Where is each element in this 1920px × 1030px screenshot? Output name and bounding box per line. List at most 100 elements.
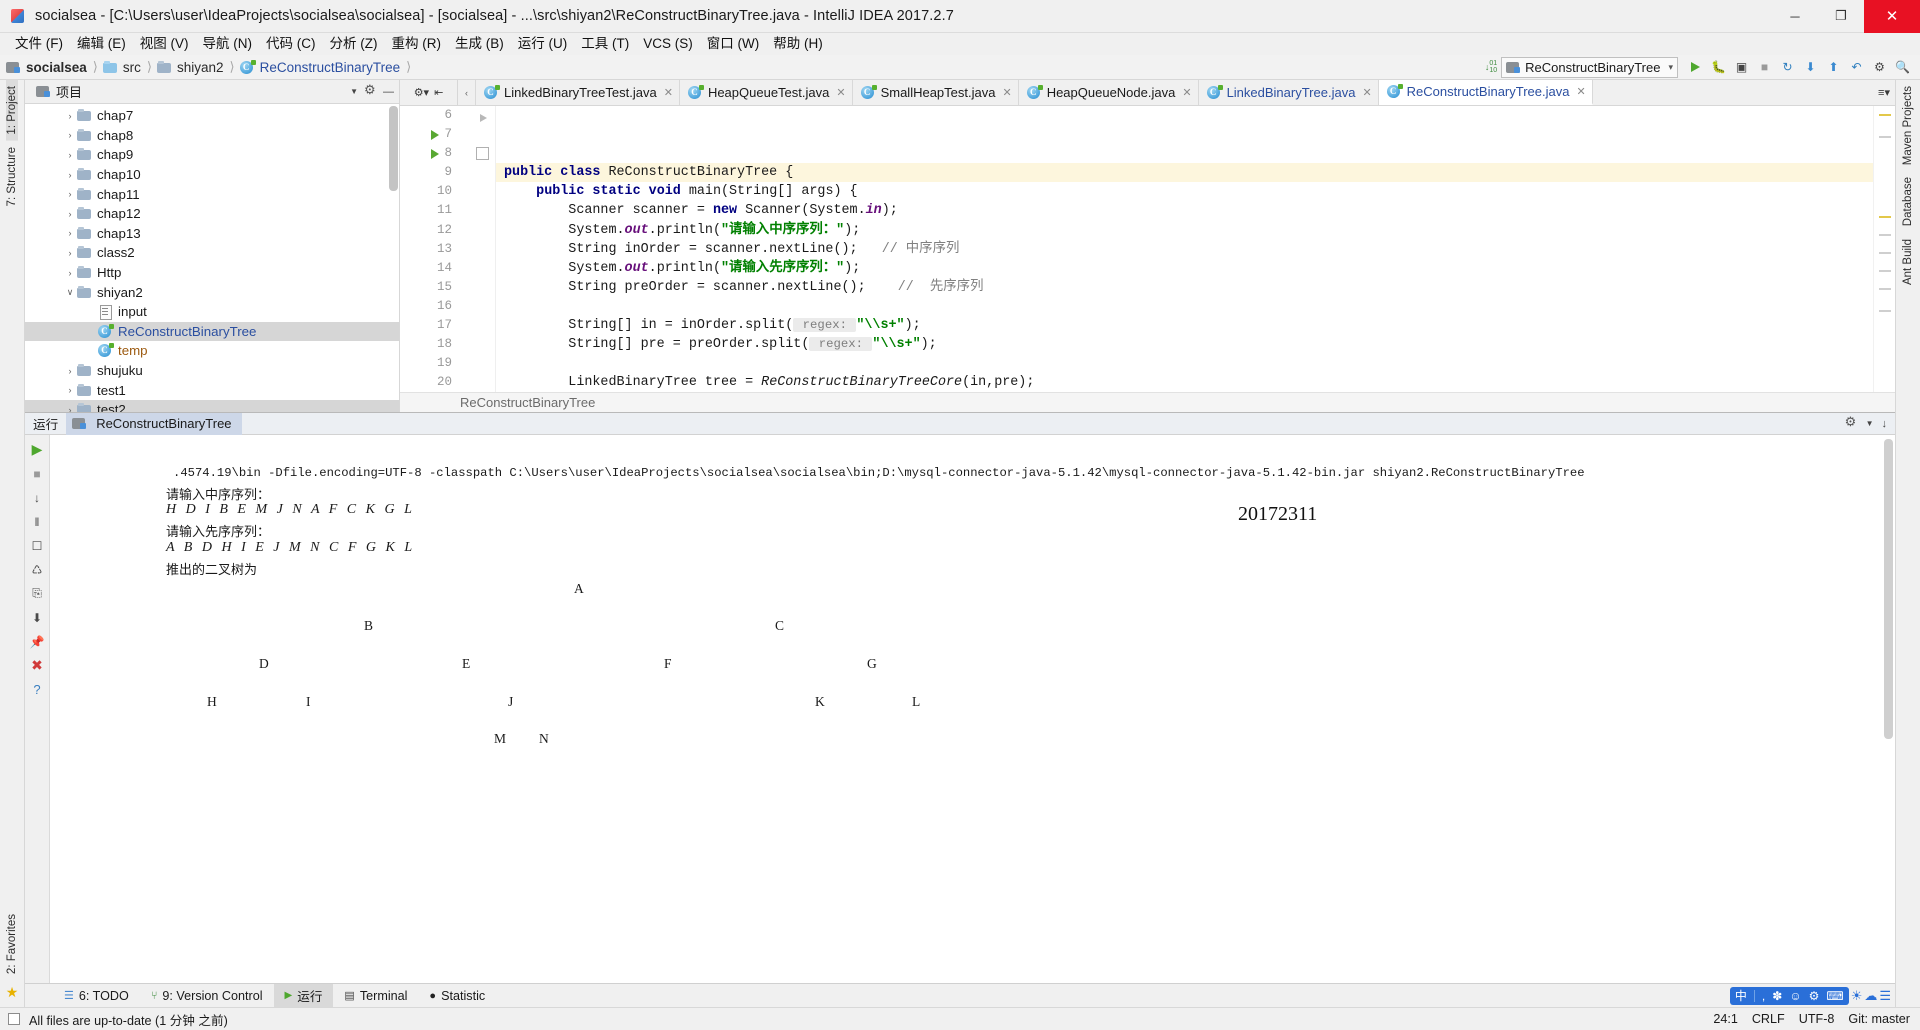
- sort-numeric-icon[interactable]: ↓ 01 10: [1485, 60, 1497, 74]
- sidebar-item-maven[interactable]: Maven Projects: [1902, 80, 1914, 171]
- stop-button[interactable]: ■: [29, 465, 46, 482]
- editor-tab-linkedbinarytreetest[interactable]: C LinkedBinaryTreeTest.java ✕: [476, 80, 680, 105]
- code-line[interactable]: String[] pre = preOrder.split( regex: "\…: [496, 335, 1873, 354]
- run-configuration-selector[interactable]: ReConstructBinaryTree ▾: [1501, 56, 1678, 78]
- menu-run[interactable]: 运行 (U): [511, 33, 575, 55]
- code-line[interactable]: [496, 144, 1873, 163]
- sidebar-item-database[interactable]: Database: [1902, 171, 1914, 232]
- hide-icon[interactable]: ↓: [1882, 418, 1888, 430]
- code-line[interactable]: [496, 297, 1873, 316]
- scroll-down-button[interactable]: ↓: [29, 489, 46, 506]
- git-branch[interactable]: Git: master: [1848, 1012, 1910, 1026]
- change-marker[interactable]: [1879, 136, 1891, 138]
- minimize-button[interactable]: ─: [1772, 0, 1818, 33]
- gutter-line-number[interactable]: 14: [400, 259, 458, 278]
- editor-tab-heapqueuetest[interactable]: C HeapQueueTest.java ✕: [679, 80, 853, 105]
- chevron-right-icon[interactable]: ›: [63, 209, 77, 219]
- gutter-line-number[interactable]: 16: [400, 297, 458, 316]
- ime-punct-icon[interactable]: ,: [1762, 989, 1765, 1003]
- run-with-coverage-button[interactable]: ▣: [1730, 57, 1753, 78]
- close-icon[interactable]: ✕: [1576, 85, 1585, 98]
- tab-list-icon[interactable]: ≡▾: [1878, 86, 1890, 99]
- code-line[interactable]: System.out.println("请输入中序序列：");: [496, 221, 1873, 240]
- gutter-line-number[interactable]: 18: [400, 335, 458, 354]
- maximize-button[interactable]: ❐: [1818, 0, 1864, 33]
- chevron-right-icon[interactable]: ›: [63, 385, 77, 395]
- gutter-line-number[interactable]: 20: [400, 373, 458, 392]
- gutter-line-number[interactable]: 7: [400, 125, 458, 144]
- editor-tab-smallheaptest[interactable]: C SmallHeapTest.java ✕: [852, 80, 1019, 105]
- tree-node-chap8[interactable]: › chap8: [25, 126, 399, 146]
- chevron-down-icon[interactable]: ▼: [350, 87, 358, 96]
- console-scrollbar[interactable]: [1884, 439, 1893, 739]
- project-tree[interactable]: › chap7 › chap8 › chap9 › chap10 › chap11 › chap12 ›…: [25, 104, 399, 412]
- tree-node-shujuku[interactable]: › shujuku: [25, 361, 399, 381]
- settings-button[interactable]: ⚙: [1868, 57, 1891, 78]
- chevron-right-icon[interactable]: ›: [63, 150, 77, 160]
- run-tab[interactable]: ReConstructBinaryTree: [66, 412, 242, 435]
- gutter-line-number[interactable]: 9: [400, 163, 458, 182]
- tree-node-chap7[interactable]: › chap7: [25, 106, 399, 126]
- close-icon[interactable]: ✕: [836, 86, 845, 99]
- ime-settings-icon[interactable]: ⚙: [1809, 989, 1820, 1003]
- change-marker[interactable]: [1879, 270, 1891, 272]
- chevron-down-icon[interactable]: ▼: [1866, 419, 1874, 428]
- gutter-line-number[interactable]: 12: [400, 221, 458, 240]
- chevron-right-icon[interactable]: ›: [63, 228, 77, 238]
- close-icon[interactable]: ✕: [1002, 86, 1011, 99]
- print-button[interactable]: ⎘: [29, 585, 46, 602]
- run-gutter-icon[interactable]: [428, 144, 442, 163]
- console-output[interactable]: .4574.19\bin -Dfile.encoding=UTF-8 -clas…: [78, 435, 1895, 983]
- tree-node-chap9[interactable]: › chap9: [25, 145, 399, 165]
- chevron-right-icon[interactable]: ›: [63, 189, 77, 199]
- close-icon[interactable]: ✕: [1362, 86, 1371, 99]
- code-line[interactable]: [496, 354, 1873, 373]
- menu-code[interactable]: 代码 (C): [259, 33, 323, 55]
- chevron-right-icon[interactable]: ›: [63, 130, 77, 140]
- chevron-right-icon[interactable]: ›: [63, 111, 77, 121]
- gear-icon[interactable]: ⚙▾: [414, 86, 429, 99]
- tree-node-chap10[interactable]: › chap10: [25, 165, 399, 185]
- editor-fold-column[interactable]: [458, 106, 496, 392]
- code-line[interactable]: System.out.println("请输入先序序列：");: [496, 259, 1873, 278]
- code-line[interactable]: String inOrder = scanner.nextLine(); // …: [496, 240, 1873, 259]
- code-line[interactable]: LinkedBinaryTree tree = ReConstructBinar…: [496, 373, 1873, 392]
- rerun-button[interactable]: ▶: [29, 441, 46, 458]
- export-button[interactable]: ⬇: [29, 609, 46, 626]
- tree-node-input[interactable]: input: [25, 302, 399, 322]
- debug-button[interactable]: 🐛: [1707, 57, 1730, 78]
- bottom-item-run[interactable]: ▶ 运行: [273, 983, 334, 1008]
- menu-view[interactable]: 视图 (V): [133, 33, 196, 55]
- editor-marker-bar[interactable]: [1873, 106, 1895, 392]
- gutter-line-number[interactable]: 13: [400, 240, 458, 259]
- gutter-line-number[interactable]: 6: [400, 106, 458, 125]
- gear-icon[interactable]: [1845, 414, 1858, 430]
- code-line[interactable]: public class ReConstructBinaryTree {: [496, 163, 1873, 183]
- change-marker[interactable]: [1879, 288, 1891, 290]
- hide-icon[interactable]: —: [383, 86, 394, 98]
- tree-node-chap11[interactable]: › chap11: [25, 184, 399, 204]
- bottom-item-version-control[interactable]: ⑂ 9: Version Control: [140, 984, 274, 1008]
- pause-button[interactable]: ‖: [29, 513, 46, 530]
- tray-icon-1[interactable]: ☀: [1851, 988, 1863, 1004]
- project-tree-scrollbar[interactable]: [389, 106, 398, 191]
- gutter-line-number[interactable]: 10: [400, 182, 458, 201]
- tray-icon-3[interactable]: ☰: [1879, 988, 1891, 1004]
- stop-button[interactable]: ■: [1753, 57, 1776, 78]
- warning-marker[interactable]: [1879, 114, 1891, 116]
- run-button[interactable]: [1684, 57, 1707, 78]
- close-button[interactable]: ✖: [29, 657, 46, 674]
- rerun-failed-button[interactable]: ♺: [29, 561, 46, 578]
- vcs-commit-button[interactable]: ⬆: [1822, 57, 1845, 78]
- vcs-update-button[interactable]: ⬇: [1799, 57, 1822, 78]
- menu-tools[interactable]: 工具 (T): [574, 33, 636, 55]
- pin-tab-button[interactable]: 📌: [29, 633, 46, 650]
- chevron-right-icon[interactable]: ›: [63, 268, 77, 278]
- menu-vcs[interactable]: VCS (S): [636, 33, 700, 55]
- code-line[interactable]: String[] in = inOrder.split( regex: "\\s…: [496, 316, 1873, 335]
- change-marker[interactable]: [1879, 252, 1891, 254]
- fold-region-icon[interactable]: [476, 147, 489, 160]
- tree-node-reconstructbinarytree[interactable]: C ReConstructBinaryTree: [25, 321, 399, 342]
- tree-node-http[interactable]: › Http: [25, 263, 399, 283]
- sidebar-item-structure[interactable]: 7: Structure: [6, 141, 18, 212]
